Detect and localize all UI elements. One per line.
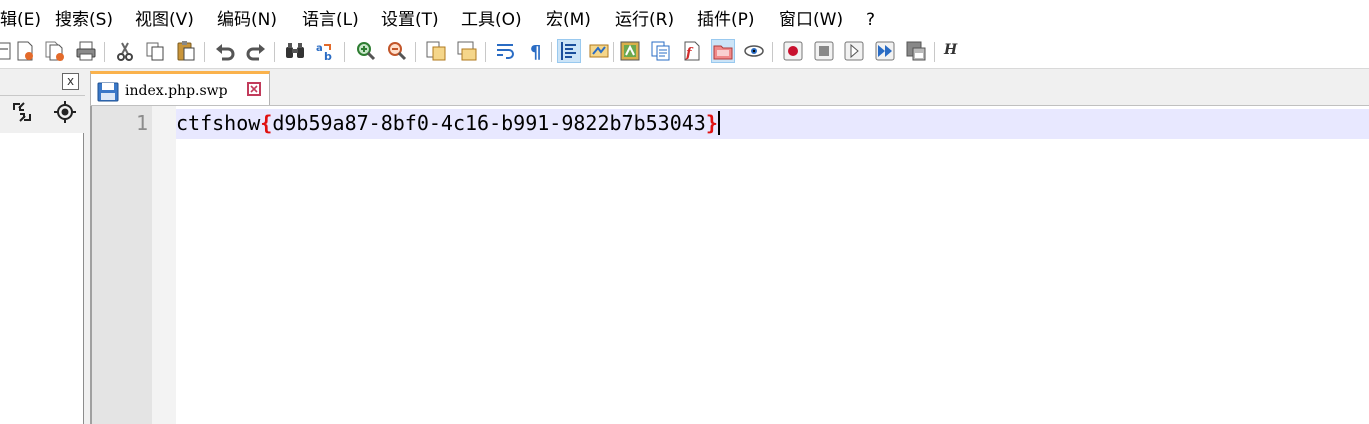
side-panel-content[interactable] xyxy=(0,133,84,424)
tab-label: index.php.swp xyxy=(125,83,228,99)
zoom-in-icon[interactable] xyxy=(355,40,377,62)
toolbar-separator xyxy=(274,42,275,62)
text-caret xyxy=(717,111,720,135)
toolbar-separator xyxy=(485,42,486,62)
sync-horizontal-icon[interactable] xyxy=(456,40,478,62)
indent-guide-icon[interactable] xyxy=(557,39,581,63)
collapse-icon[interactable] xyxy=(11,101,33,123)
toolbar-separator xyxy=(415,42,416,62)
show-all-characters-icon[interactable]: ¶ xyxy=(525,40,547,62)
macro-stop-icon[interactable] xyxy=(813,40,835,62)
macro-run-multiple-icon[interactable] xyxy=(874,40,896,62)
svg-text:b: b xyxy=(324,50,332,62)
tab-bar: index.php.swp xyxy=(90,69,1369,106)
open-file-icon[interactable] xyxy=(0,40,14,62)
svg-text:a: a xyxy=(316,43,323,54)
find-icon[interactable] xyxy=(284,40,306,62)
toolbar-separator xyxy=(551,42,552,62)
toolbar-separator xyxy=(772,42,773,62)
toolbar-separator xyxy=(104,42,105,62)
code-prefix: ctfshow xyxy=(176,111,261,135)
menu-macro[interactable]: 宏(M) xyxy=(546,9,591,31)
menu-help[interactable]: ? xyxy=(866,9,875,31)
sync-vertical-icon[interactable] xyxy=(425,40,447,62)
menu-tools[interactable]: 工具(O) xyxy=(461,9,522,31)
menu-search[interactable]: 搜索(S) xyxy=(55,9,113,31)
panel-close-button[interactable]: x xyxy=(62,73,79,90)
toolbar-separator xyxy=(204,42,205,62)
macro-save-icon[interactable] xyxy=(905,40,927,62)
side-panel-toolbar xyxy=(0,96,85,128)
folder-as-workspace-icon[interactable] xyxy=(711,39,735,63)
code-line[interactable]: ctfshow{d9b59a87-8bf0-4c16-b991-9822b7b5… xyxy=(176,111,720,135)
menu-plugins[interactable]: 插件(P) xyxy=(697,9,755,31)
monitoring-icon[interactable] xyxy=(743,40,765,62)
close-all-icon[interactable] xyxy=(44,40,66,62)
line-number-gutter: 1 xyxy=(92,106,152,424)
print-icon[interactable] xyxy=(75,40,97,62)
clipboard-history-icon[interactable] xyxy=(650,40,672,62)
fold-margin[interactable] xyxy=(152,106,176,424)
flag-text: d9b59a87-8bf0-4c16-b991-9822b7b53043 xyxy=(272,111,706,135)
tab-close-icon[interactable] xyxy=(247,82,261,96)
toolbar-separator xyxy=(344,42,345,62)
redo-icon[interactable] xyxy=(245,40,267,62)
side-panel-header: x xyxy=(0,69,85,96)
menu-view[interactable]: 视图(V) xyxy=(135,9,194,31)
svg-text:¶: ¶ xyxy=(530,42,541,62)
undo-icon[interactable] xyxy=(214,40,236,62)
document-map-icon[interactable] xyxy=(619,40,641,62)
macro-play-icon[interactable] xyxy=(843,40,865,62)
brace-close: } xyxy=(705,111,718,135)
tab-index-php-swp[interactable]: index.php.swp xyxy=(90,71,270,105)
paste-icon[interactable] xyxy=(175,40,197,62)
replace-icon[interactable]: ab xyxy=(315,40,337,62)
zoom-out-icon[interactable] xyxy=(386,40,408,62)
toolbar-separator xyxy=(613,42,614,62)
locate-current-icon[interactable] xyxy=(54,101,76,123)
menu-run[interactable]: 运行(R) xyxy=(615,9,674,31)
menu-language[interactable]: 语言(L) xyxy=(302,9,359,31)
toolbar-separator xyxy=(934,42,935,62)
brace-open: { xyxy=(260,111,273,135)
menu-settings[interactable]: 设置(T) xyxy=(381,9,439,31)
toolbar: ab ¶ f H xyxy=(0,36,1369,69)
side-panel: x xyxy=(0,69,85,424)
macro-record-icon[interactable] xyxy=(782,40,804,62)
editor-area[interactable]: 1 ctfshow{d9b59a87-8bf0-4c16-b991-9822b7… xyxy=(90,106,1369,424)
menu-window[interactable]: 窗口(W) xyxy=(779,9,843,31)
language-icon[interactable]: f xyxy=(681,40,703,62)
menu-encoding[interactable]: 编码(N) xyxy=(217,9,277,31)
hex-editor-icon[interactable]: H xyxy=(944,40,957,60)
menu-bar: 辑(E) 搜索(S) 视图(V) 编码(N) 语言(L) 设置(T) 工具(O)… xyxy=(0,0,1369,37)
copy-icon[interactable] xyxy=(144,40,166,62)
save-disk-icon xyxy=(97,82,119,102)
menu-edit[interactable]: 辑(E) xyxy=(0,9,41,31)
cut-icon[interactable] xyxy=(114,40,136,62)
line-number: 1 xyxy=(135,111,148,135)
close-file-icon[interactable] xyxy=(14,40,36,62)
word-wrap-icon[interactable] xyxy=(495,40,517,62)
function-list-icon[interactable] xyxy=(588,40,610,62)
